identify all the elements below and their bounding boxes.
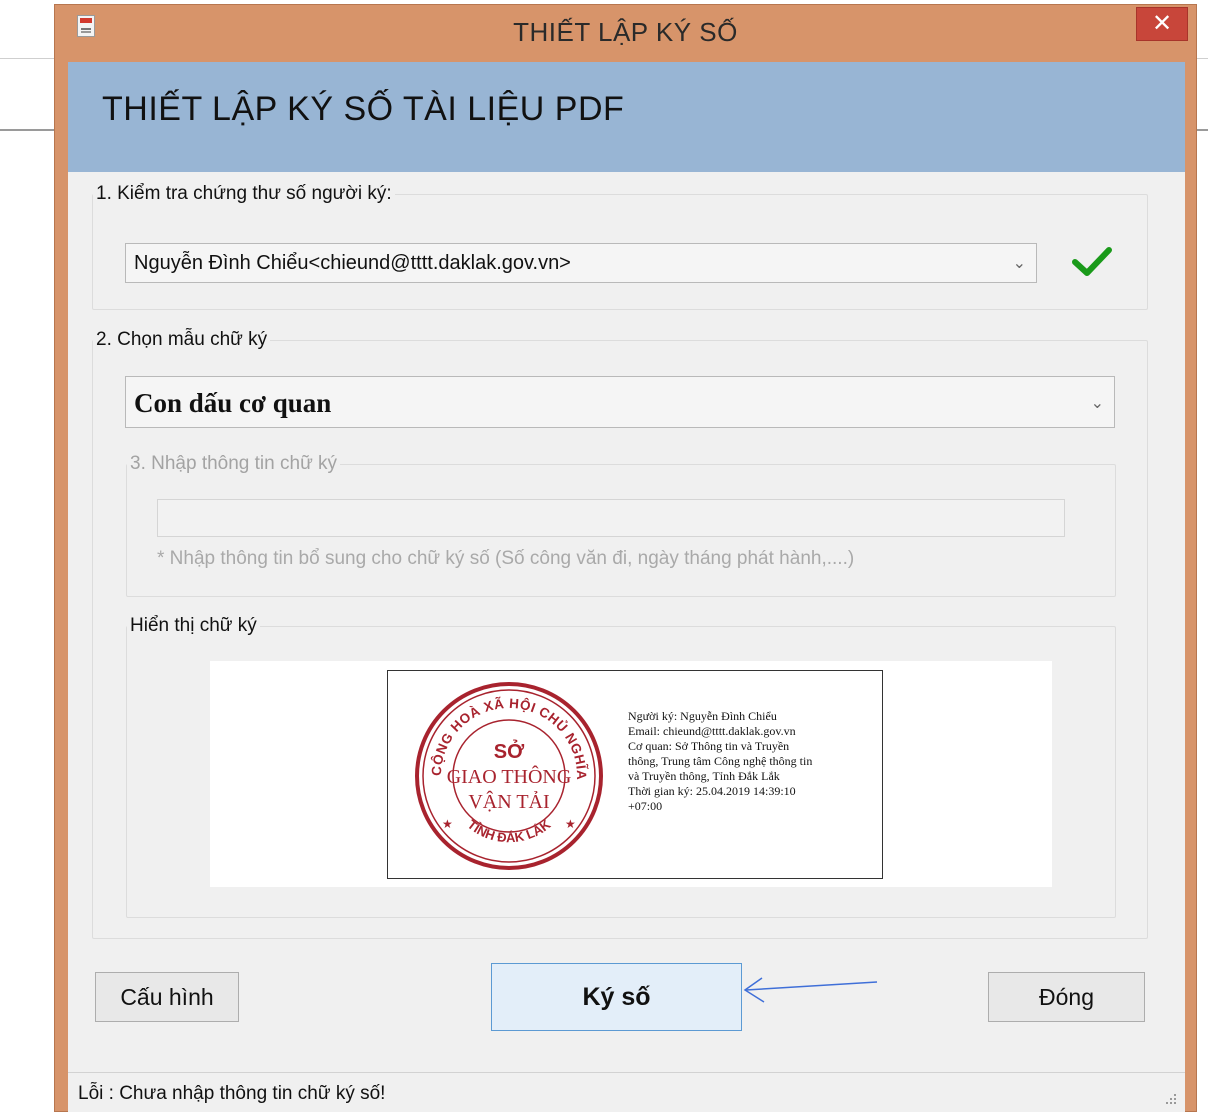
close-button[interactable]: Đóng	[988, 972, 1145, 1022]
signature-info-line: Thời gian ký: 25.04.2019 14:39:10	[628, 784, 796, 798]
resize-grip-icon[interactable]	[1163, 1092, 1177, 1106]
dialog-client-area: THIẾT LẬP KÝ SỐ TÀI LIỆU PDF 1. Kiểm tra…	[68, 62, 1185, 1112]
signature-template-legend: 2. Chọn mẫu chữ ký	[96, 329, 268, 350]
signature-info-line: và Truyền thông, Tỉnh Đắk Lắk	[628, 769, 780, 783]
dialog-header-title: THIẾT LẬP KÝ SỐ TÀI LIỆU PDF	[102, 90, 625, 128]
svg-text:CỘNG HOÀ XÃ HỘI CHỦ NGHĨA VIỆT: CỘNG HOÀ XÃ HỘI CHỦ NGHĨA VIỆT NAM	[409, 676, 589, 780]
stamp-line-2: GIAO THÔNG	[447, 764, 572, 788]
signature-template-select[interactable]: Con dấu cơ quan ⌄	[125, 376, 1115, 428]
chevron-down-icon: ⌄	[1012, 255, 1026, 272]
stamp-ring-text: CỘNG HOÀ XÃ HỘI CHỦ NGHĨA VIỆT NAM	[409, 676, 589, 780]
title-bar[interactable]: THIẾT LẬP KÝ SỐ ✕	[55, 5, 1196, 61]
stamp-bottom-text: TỈNH ĐẮK LẮK	[465, 816, 554, 845]
signature-info-hint: * Nhập thông tin bổ sung cho chữ ký số (…	[157, 548, 855, 569]
signature-info-line: +07:00	[628, 799, 663, 813]
checkmark-icon	[1072, 247, 1112, 276]
config-button[interactable]: Cấu hình	[95, 972, 239, 1022]
signature-info-legend: 3. Nhập thông tin chữ ký	[130, 453, 338, 474]
status-bar: Lỗi : Chưa nhập thông tin chữ ký số!	[68, 1072, 1185, 1112]
stamp-line-3: VẬN TẢI	[468, 790, 549, 813]
dialog-header: THIẾT LẬP KÝ SỐ TÀI LIỆU PDF	[68, 62, 1185, 172]
signature-info-line: Người ký: Nguyễn Đình Chiểu	[628, 709, 777, 723]
certificate-check-legend: 1. Kiểm tra chứng thư số người ký:	[96, 183, 392, 204]
close-window-button[interactable]: ✕	[1136, 7, 1188, 41]
signature-info-text: Người ký: Nguyễn Đình Chiểu Email: chieu…	[628, 709, 883, 814]
sign-button[interactable]: Ký số	[491, 963, 742, 1031]
star-icon: ★	[565, 817, 576, 831]
dialog-window: THIẾT LẬP KÝ SỐ ✕ THIẾT LẬP KÝ SỐ TÀI LI…	[54, 4, 1197, 1112]
svg-text:TỈNH ĐẮK LẮK: TỈNH ĐẮK LẮK	[465, 816, 554, 845]
status-message: Lỗi : Chưa nhập thông tin chữ ký số!	[78, 1083, 386, 1104]
signature-preview-legend: Hiển thị chữ ký	[130, 615, 257, 636]
signature-info-input[interactable]	[157, 499, 1065, 537]
signature-template-value: Con dấu cơ quan	[134, 388, 332, 418]
signature-info-line: thông, Trung tâm Công nghệ thông tin	[628, 754, 813, 768]
signature-info-line: Cơ quan: Sở Thông tin và Truyền	[628, 739, 790, 753]
signature-info-line: Email: chieund@tttt.daklak.gov.vn	[628, 724, 796, 738]
chevron-down-icon: ⌄	[1090, 395, 1104, 412]
window-title: THIẾT LẬP KÝ SỐ	[513, 17, 738, 47]
star-icon: ★	[442, 817, 453, 831]
signature-preview-card: CỘNG HOÀ XÃ HỘI CHỦ NGHĨA VIỆT NAM TỈNH …	[387, 670, 883, 879]
certificate-select-value: Nguyễn Đình Chiểu<chieund@tttt.daklak.go…	[134, 252, 571, 274]
official-seal-stamp: CỘNG HOÀ XÃ HỘI CHỦ NGHĨA VIỆT NAM TỈNH …	[409, 676, 603, 870]
stamp-line-1: SỞ	[494, 739, 525, 763]
certificate-select[interactable]: Nguyễn Đình Chiểu<chieund@tttt.daklak.go…	[125, 243, 1037, 283]
annotation-arrow-icon	[743, 977, 878, 1003]
